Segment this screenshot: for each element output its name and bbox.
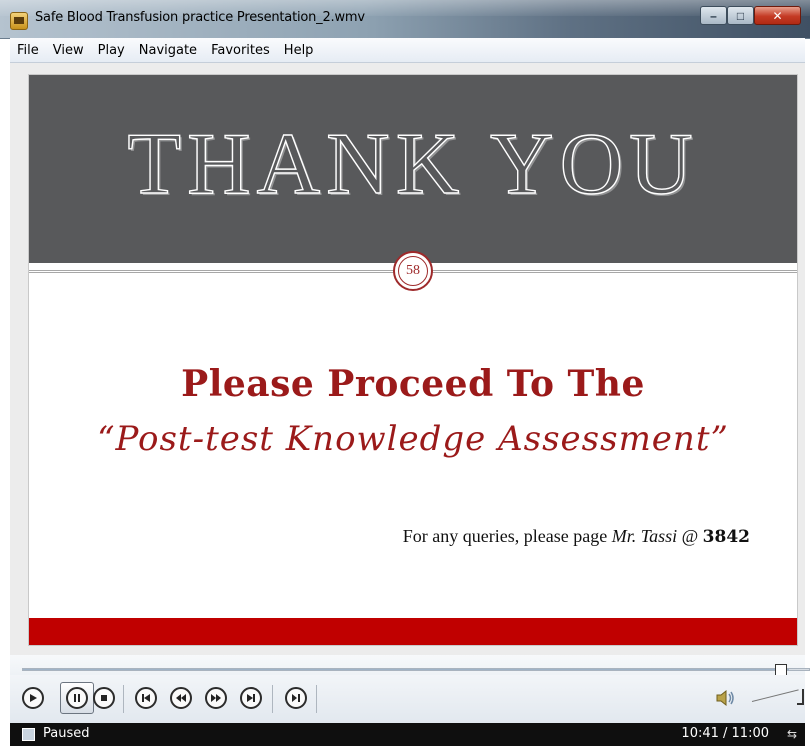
menu-item-favorites[interactable]: Favorites (204, 43, 277, 58)
playback-time: 10:41 / 11:00 (681, 726, 769, 741)
presentation-slide: THANK YOU 58 Please Proceed To The “Post… (28, 74, 798, 646)
slide-proceed-text: Please Proceed To The (181, 363, 645, 405)
media-player-app-icon[interactable] (10, 12, 28, 30)
stop-icon[interactable] (93, 687, 115, 709)
speaker-icon[interactable] (715, 689, 737, 712)
next-icon[interactable] (240, 687, 262, 709)
transport-controls (10, 675, 805, 723)
seek-track[interactable] (22, 668, 810, 671)
menu-item-view[interactable]: View (46, 43, 91, 58)
rewind-icon[interactable] (170, 687, 192, 709)
status-media-icon (22, 728, 35, 741)
minimize-button[interactable]: – (700, 6, 727, 25)
control-separator (316, 685, 317, 713)
menu-bar: File View Play Navigate Favorites Help (10, 38, 805, 63)
menu-item-play[interactable]: Play (91, 43, 132, 58)
fast-forward-icon[interactable] (205, 687, 227, 709)
queries-name: Mr. Tassi (611, 526, 678, 546)
slide-number-badge: 58 (393, 251, 433, 291)
slide-assessment-text: “Post-test Knowledge Assessment” (97, 419, 729, 459)
switch-to-compact-mode-icon[interactable]: ⇆ (787, 727, 797, 741)
slide-number: 58 (398, 256, 428, 286)
slide-footer-band (29, 618, 797, 645)
play-icon[interactable] (22, 687, 44, 709)
volume-slider-thumb[interactable] (797, 689, 804, 705)
close-button[interactable]: ✕ (754, 6, 801, 25)
seek-progress-fill (23, 669, 789, 670)
menu-item-navigate[interactable]: Navigate (132, 43, 204, 58)
playback-status: Paused (43, 726, 90, 741)
menu-item-help[interactable]: Help (277, 43, 321, 58)
control-separator (272, 685, 273, 713)
window-title: Safe Blood Transfusion practice Presenta… (35, 10, 365, 25)
status-bar: Paused 10:41 / 11:00 ⇆ (10, 723, 805, 746)
menu-item-file[interactable]: File (10, 43, 46, 58)
queries-at: @ (677, 526, 703, 546)
seek-bar[interactable] (10, 655, 810, 675)
volume-slider-track[interactable] (751, 689, 799, 702)
title-bar: Safe Blood Transfusion practice Presenta… (0, 0, 810, 39)
queries-extension: 3842 (702, 527, 750, 547)
queries-prefix: For any queries, please page (402, 526, 612, 546)
pause-icon[interactable] (66, 687, 88, 709)
control-separator (123, 685, 124, 713)
previous-icon[interactable] (135, 687, 157, 709)
slide-queries-text: For any queries, please page Mr. Tassi @… (403, 526, 750, 547)
maximize-button[interactable]: □ (727, 6, 754, 25)
frame-step-icon[interactable] (285, 687, 307, 709)
slide-heading: THANK YOU (127, 116, 699, 213)
